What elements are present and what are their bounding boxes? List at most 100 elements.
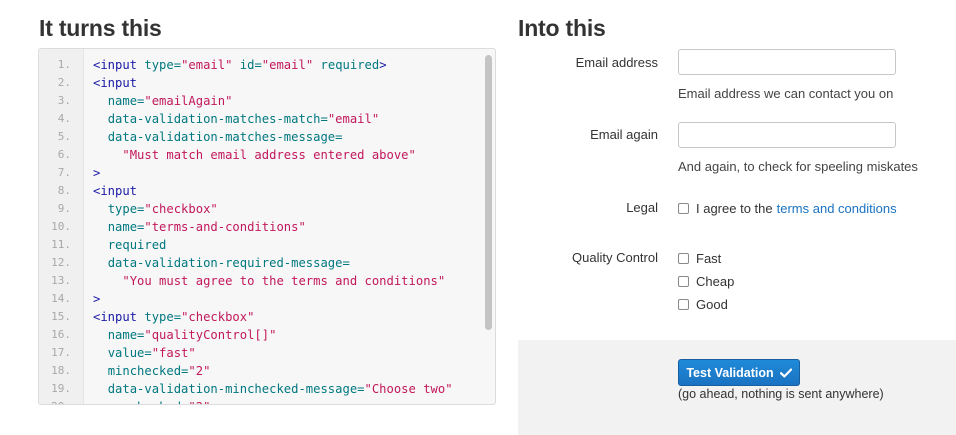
line-number: 8. [57, 184, 71, 197]
line-number: 10. [51, 220, 71, 233]
code-token: <input [93, 184, 138, 198]
code-scrollbar[interactable] [485, 55, 492, 330]
code-token: <input [93, 76, 138, 90]
code-text: maxchecked="2" [93, 398, 211, 404]
good-option-label: Good [696, 296, 728, 312]
code-text: > [93, 290, 100, 308]
code-token: name= [107, 328, 145, 342]
code-token: "email" [327, 112, 380, 126]
code-token: type= [144, 58, 182, 72]
good-checkbox[interactable] [678, 298, 689, 310]
terms-link[interactable]: terms and conditions [777, 201, 897, 216]
line-number: 9. [57, 202, 71, 215]
test-validation-button-label: Test Validation [686, 365, 774, 380]
code-text: data-validation-matches-message= [93, 128, 343, 146]
quality-option-fast[interactable]: Fast [678, 249, 721, 267]
code-text: name="qualityControl[]" [93, 326, 277, 344]
code-text: "You must agree to the terms and conditi… [93, 272, 445, 290]
cheap-option-label: Cheap [696, 273, 735, 289]
line-number: 4. [57, 112, 71, 125]
line-number: 5. [57, 130, 71, 143]
code-text: name="terms-and-conditions" [93, 218, 306, 236]
line-number: 1. [57, 58, 71, 71]
code-token: data-validation-matches-message= [107, 130, 343, 144]
code-line: 9. type="checkbox" [39, 200, 481, 218]
code-token: "2" [188, 400, 210, 404]
email-help-text: Email address we can contact you on [678, 86, 894, 101]
code-token: <input [93, 310, 145, 324]
code-token: "email" [181, 58, 233, 72]
code-text: minchecked="2" [93, 362, 211, 380]
code-line: 17. value="fast" [39, 344, 481, 362]
code-token: "qualityControl[]" [144, 328, 277, 342]
code-text: > [93, 164, 100, 182]
code-line: 4. data-validation-matches-match="email" [39, 110, 481, 128]
code-line: 5. data-validation-matches-message= [39, 128, 481, 146]
code-token: "emailAgain" [144, 94, 233, 108]
code-token: type= [144, 310, 182, 324]
code-token: required [107, 238, 167, 252]
code-token: maxchecked= [108, 400, 189, 404]
terms-text: I agree to the [696, 200, 773, 216]
code-token: > [379, 58, 387, 72]
code-token: "email" [261, 58, 314, 72]
email-input[interactable] [678, 49, 896, 75]
code-text: <input [93, 74, 137, 92]
code-line: 7. > [39, 164, 481, 182]
code-line: 6. "Must match email address entered abo… [39, 146, 481, 164]
code-token: name= [107, 94, 145, 108]
line-number: 16. [51, 328, 71, 341]
code-line: 2. <input [39, 74, 481, 92]
email-again-help-text: And again, to check for speeling miskate… [678, 159, 918, 174]
line-number: 14. [51, 292, 71, 305]
code-text: required [93, 236, 167, 254]
terms-checkbox-row[interactable]: I agree to the terms and conditions [678, 199, 897, 217]
code-line: 15. <input type="checkbox" [39, 308, 481, 326]
code-text: <input type="checkbox" [93, 308, 254, 326]
email-again-input[interactable] [678, 122, 896, 148]
code-text: data-validation-required-message= [93, 254, 350, 272]
code-line: 20. maxchecked="2" [39, 398, 481, 404]
code-text: "Must match email address entered above" [93, 146, 416, 164]
email-again-label: Email again [590, 127, 658, 142]
code-line: 16. name="qualityControl[]" [39, 326, 481, 344]
terms-checkbox[interactable] [678, 202, 689, 214]
fast-checkbox[interactable] [678, 252, 689, 264]
legal-label: Legal [626, 200, 658, 215]
code-token: > [93, 292, 101, 306]
line-number: 18. [51, 364, 71, 377]
code-line: 3. name="emailAgain" [39, 92, 481, 110]
test-validation-button[interactable]: Test Validation [678, 359, 800, 386]
footer-note: (go ahead, nothing is sent anywhere) [678, 387, 884, 401]
code-token: "You must agree to the terms and conditi… [122, 274, 446, 288]
fast-option-label: Fast [696, 250, 722, 266]
cheap-checkbox[interactable] [678, 275, 689, 287]
line-number: 19. [51, 382, 71, 395]
code-line: 8. <input [39, 182, 481, 200]
code-line: 11. required [39, 236, 481, 254]
code-line: 12. data-validation-required-message= [39, 254, 481, 272]
code-token: data-validation-required-message= [107, 256, 350, 270]
code-token: id= [239, 58, 262, 72]
code-text: <input [93, 182, 137, 200]
code-line: 19. data-validation-minchecked-message="… [39, 380, 481, 398]
form-actions: Test Validation (go ahead, nothing is se… [518, 340, 956, 435]
email-label: Email address [575, 55, 658, 70]
line-number: 2. [57, 76, 71, 89]
quality-option-good[interactable]: Good [678, 295, 728, 313]
code-token: "fast" [151, 346, 196, 360]
code-line: 1. <input type="email" id="email" require… [39, 56, 481, 74]
quality-option-cheap[interactable]: Cheap [678, 272, 734, 290]
